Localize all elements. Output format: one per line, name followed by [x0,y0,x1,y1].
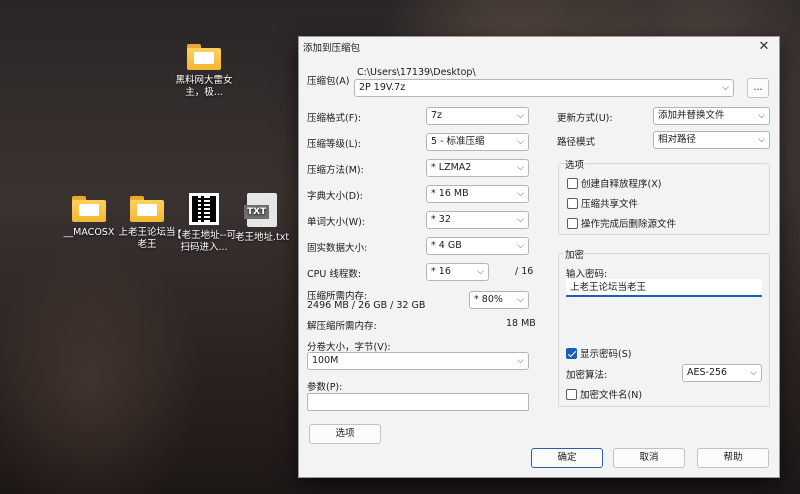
checkbox-icon [567,197,578,209]
desktop-icon-qrcode[interactable]: 【老王地址--可扫码进入... [171,193,237,254]
desktop-icon-heiliao[interactable]: 黑料网大雷女主，极... [171,44,237,99]
desktop-icon-macosx[interactable]: __MACOSX [56,196,122,239]
split-label: 分卷大小，字节(V): [307,342,391,353]
text-file-icon: TXT [244,193,277,227]
enc-method-select[interactable]: AES-256 ⌵ [682,364,762,382]
encrypt-names-checkbox[interactable]: 加密文件名(N) [566,387,642,401]
chevron-down-icon: ⌵ [477,267,484,277]
solid-label: 固实数据大小: [307,243,368,254]
chevron-down-icon: ⌵ [517,137,524,147]
params-label: 参数(P): [307,382,343,393]
chevron-down-icon: ⌵ [517,189,524,199]
chevron-down-icon: ⌵ [750,368,757,378]
chevron-down-icon: ⌵ [517,163,524,173]
checkbox-icon [566,388,577,400]
folder-icon [130,196,164,222]
chevron-down-icon: ⌵ [517,241,524,251]
chevron-down-icon: ⌵ [758,135,765,145]
password-label: 输入密码: [566,269,608,280]
desktop-icon-label: 【老王地址--可扫码进入... [172,230,236,253]
level-select[interactable]: 5 - 标准压缩 ⌵ [426,133,529,151]
method-label: 压缩方法(M): [307,165,364,176]
encrypt-group-title: 加密 [564,247,586,261]
title-bar: 添加到压缩包 [299,37,779,57]
checkbox-checked-icon [566,347,577,359]
desktop-icon-label: 黑料网大雷女主，极... [175,75,233,98]
update-label: 更新方式(U): [557,113,613,124]
desktop-icon-label: 老王地址.txt [234,232,290,243]
update-select[interactable]: 添加并替换文件 ⌵ [653,107,770,125]
desktop-icon-txt[interactable]: TXT 老王地址.txt [229,193,295,244]
options-group-title: 选项 [564,157,586,171]
password-input[interactable]: 上老王论坛当老王 [566,279,762,297]
split-select[interactable]: 100M ⌵ [307,352,529,370]
pathmode-select[interactable]: 相对路径 ⌵ [653,131,770,149]
chevron-down-icon: ⌵ [517,295,524,305]
chevron-down-icon: ⌵ [517,356,524,366]
level-label: 压缩等级(L): [307,139,361,150]
dict-label: 字典大小(D): [307,191,363,202]
add-to-archive-dialog: 添加到压缩包 ✕ 压缩包(A) C:\Users\17139\Desktop\ … [298,36,780,478]
sfx-checkbox[interactable]: 创建自释放程序(X) [567,176,661,190]
archive-name-combo[interactable]: 2P 19V.7z ⌵ [354,79,734,97]
threads-max: / 16 [515,266,534,277]
params-input[interactable] [307,393,529,411]
decomp-value: 18 MB [506,318,536,329]
close-icon[interactable]: ✕ [757,40,771,54]
checkbox-icon [567,217,578,229]
word-label: 单词大小(W): [307,217,366,228]
chevron-down-icon: ⌵ [517,215,524,225]
format-select[interactable]: 7z ⌵ [426,107,529,125]
mem-usage-select[interactable]: * 80% ⌵ [469,291,529,309]
chevron-down-icon: ⌵ [758,111,765,121]
browse-button[interactable]: ... [747,78,769,98]
pathmode-label: 路径模式 [557,137,596,148]
chevron-down-icon: ⌵ [722,83,729,93]
enc-method-label: 加密算法: [566,370,608,381]
chevron-down-icon: ⌵ [517,111,524,121]
delete-source-checkbox[interactable]: 操作完成后删除源文件 [567,216,676,230]
dict-select[interactable]: * 16 MB ⌵ [426,185,529,203]
shared-checkbox[interactable]: 压缩共享文件 [567,196,638,210]
threads-label: CPU 线程数: [307,269,362,280]
dialog-title: 添加到压缩包 [303,43,361,54]
method-select[interactable]: * LZMA2 ⌵ [426,159,529,177]
qrcode-icon [189,193,219,225]
threads-select[interactable]: * 16 ⌵ [426,263,489,281]
help-button[interactable]: 帮助 [697,448,769,468]
mem-detail: 2496 MB / 26 GB / 32 GB [307,300,426,311]
archive-label: 压缩包(A) [307,76,350,87]
cancel-button[interactable]: 取消 [613,448,685,468]
desktop-icon-label: __MACOSX [63,227,115,238]
decomp-label: 解压缩所需内存: [307,321,377,332]
format-label: 压缩格式(F): [307,113,362,124]
word-select[interactable]: * 32 ⌵ [426,211,529,229]
archive-path: C:\Users\17139\Desktop\ [357,67,476,78]
options-button[interactable]: 选项 [309,424,381,444]
show-password-checkbox[interactable]: 显示密码(S) [566,346,631,360]
ok-button[interactable]: 确定 [531,448,603,468]
solid-select[interactable]: * 4 GB ⌵ [426,237,529,255]
desktop-icon-label: 上老王论坛当老王 [118,227,176,250]
checkbox-icon [567,177,578,189]
folder-icon [72,196,106,222]
folder-icon [187,44,221,70]
